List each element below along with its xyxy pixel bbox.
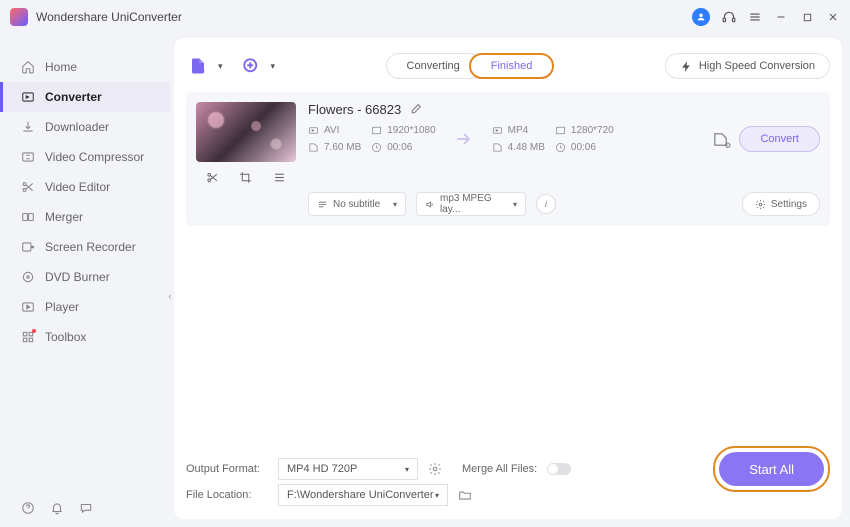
download-icon bbox=[20, 120, 35, 135]
sidebar-item-downloader[interactable]: Downloader bbox=[0, 112, 170, 142]
sidebar-item-converter[interactable]: Converter bbox=[0, 82, 170, 112]
open-folder-icon[interactable] bbox=[458, 488, 472, 502]
menu-icon[interactable] bbox=[748, 10, 762, 24]
record-icon bbox=[20, 240, 35, 255]
svg-text:+: + bbox=[200, 67, 205, 76]
src-size: 7.60 MB bbox=[308, 142, 361, 153]
sidebar-item-merger[interactable]: Merger bbox=[0, 202, 170, 232]
src-format: AVI bbox=[308, 125, 361, 136]
audio-dropdown[interactable]: mp3 MPEG lay...▾ bbox=[416, 192, 526, 216]
minimize-button[interactable] bbox=[774, 10, 788, 24]
dst-size: 4.48 MB bbox=[492, 142, 545, 153]
sidebar-item-label: DVD Burner bbox=[45, 270, 110, 284]
edit-title-icon[interactable] bbox=[409, 103, 422, 116]
add-url-button[interactable] bbox=[239, 54, 263, 78]
file-thumbnail[interactable] bbox=[196, 102, 296, 162]
bell-icon[interactable] bbox=[49, 500, 64, 515]
app-logo bbox=[10, 8, 28, 26]
info-icon[interactable]: i bbox=[536, 194, 556, 214]
file-settings-button[interactable]: Settings bbox=[742, 192, 820, 216]
subtitle-dropdown[interactable]: No subtitle▾ bbox=[308, 192, 406, 216]
file-card: Flowers - 66823 AVI 7.60 MB 1920*1080 00… bbox=[186, 92, 830, 226]
trim-icon[interactable] bbox=[206, 170, 220, 184]
dst-resolution: 1280*720 bbox=[555, 125, 614, 136]
user-avatar[interactable] bbox=[692, 8, 710, 26]
dvd-icon bbox=[20, 270, 35, 285]
play-icon bbox=[20, 300, 35, 315]
format-settings-icon[interactable] bbox=[428, 462, 442, 476]
effect-icon[interactable] bbox=[272, 170, 286, 184]
file-location-label: File Location: bbox=[186, 489, 268, 501]
sidebar-item-toolbox[interactable]: Toolbox bbox=[0, 322, 170, 352]
output-settings-icon[interactable]: ⚙ bbox=[711, 130, 729, 148]
scissors-icon bbox=[20, 180, 35, 195]
chevron-down-icon[interactable]: ▾ bbox=[271, 61, 276, 72]
sidebar-item-label: Screen Recorder bbox=[45, 240, 136, 254]
help-icon[interactable] bbox=[20, 500, 35, 515]
sidebar-item-compressor[interactable]: Video Compressor bbox=[0, 142, 170, 172]
chevron-down-icon[interactable]: ▾ bbox=[218, 61, 223, 72]
sidebar-item-label: Downloader bbox=[45, 120, 109, 134]
high-speed-button[interactable]: High Speed Conversion bbox=[665, 53, 830, 79]
sidebar-item-editor[interactable]: Video Editor bbox=[0, 172, 170, 202]
sidebar-item-label: Video Editor bbox=[45, 180, 110, 194]
start-all-button[interactable]: Start All bbox=[719, 452, 824, 486]
sidebar-item-label: Converter bbox=[45, 90, 102, 104]
dst-format: MP4 bbox=[492, 125, 545, 136]
tab-converting[interactable]: Converting bbox=[386, 53, 481, 79]
sidebar-item-label: Toolbox bbox=[45, 330, 86, 344]
src-resolution: 1920*1080 bbox=[371, 125, 435, 136]
convert-button[interactable]: Convert bbox=[739, 126, 820, 152]
crop-icon[interactable] bbox=[239, 170, 253, 184]
feedback-icon[interactable] bbox=[78, 500, 93, 515]
merge-toggle[interactable] bbox=[547, 463, 571, 475]
maximize-button[interactable] bbox=[800, 10, 814, 24]
app-title: Wondershare UniConverter bbox=[36, 10, 692, 24]
sidebar-item-label: Merger bbox=[45, 210, 83, 224]
tab-finished[interactable]: Finished bbox=[469, 53, 555, 79]
dst-duration: 00:06 bbox=[555, 142, 614, 153]
output-format-label: Output Format: bbox=[186, 463, 268, 475]
sidebar-item-label: Player bbox=[45, 300, 79, 314]
sidebar-item-dvd[interactable]: DVD Burner bbox=[0, 262, 170, 292]
file-location-select[interactable]: F:\Wondershare UniConverter▾ bbox=[278, 484, 448, 506]
merge-label: Merge All Files: bbox=[462, 463, 537, 475]
sidebar-item-player[interactable]: Player bbox=[0, 292, 170, 322]
merge-icon bbox=[20, 210, 35, 225]
sidebar: Home Converter Downloader Video Compress… bbox=[0, 34, 170, 527]
grid-icon bbox=[20, 330, 35, 345]
sidebar-item-label: Home bbox=[45, 60, 77, 74]
sidebar-item-recorder[interactable]: Screen Recorder bbox=[0, 232, 170, 262]
home-icon bbox=[20, 60, 35, 75]
high-speed-label: High Speed Conversion bbox=[699, 60, 815, 72]
converter-icon bbox=[20, 90, 35, 105]
arrow-icon bbox=[454, 129, 474, 149]
sidebar-item-label: Video Compressor bbox=[45, 150, 144, 164]
output-format-select[interactable]: MP4 HD 720P▾ bbox=[278, 458, 418, 480]
file-title: Flowers - 66823 bbox=[308, 102, 401, 117]
compress-icon bbox=[20, 150, 35, 165]
sidebar-item-home[interactable]: Home bbox=[0, 52, 170, 82]
close-button[interactable] bbox=[826, 10, 840, 24]
src-duration: 00:06 bbox=[371, 142, 435, 153]
add-file-button[interactable]: + bbox=[186, 54, 210, 78]
headset-icon[interactable] bbox=[722, 10, 736, 24]
